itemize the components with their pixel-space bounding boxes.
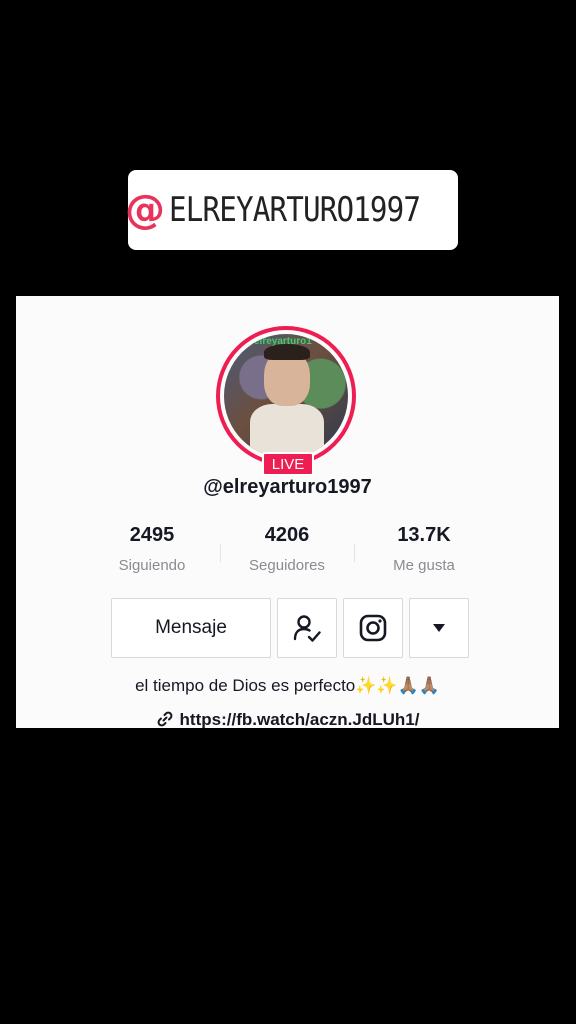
bio: el tiempo de Dios es perfecto✨✨🙏🏽🙏🏽 [16, 676, 559, 696]
followers-label: Seguidores [249, 557, 325, 574]
handle-banner: @ ELREYARTURO1997 [124, 170, 458, 250]
more-dropdown-button[interactable] [409, 598, 469, 658]
username: @elreyarturo1997 [203, 476, 372, 498]
stat-likes[interactable]: 13.7K Me gusta [354, 524, 494, 574]
profile-link-text[interactable]: https://fb.watch/aczn.JdLUh1/ [180, 710, 420, 728]
profile-link[interactable]: https://fb.watch/aczn.JdLUh1/ [16, 710, 559, 728]
instagram-icon [359, 614, 387, 642]
message-button[interactable]: Mensaje [111, 598, 271, 658]
avatar-shirt [250, 404, 324, 458]
stat-following[interactable]: 2495 Siguiendo [82, 524, 222, 574]
handle-text: ELREYARTURO1997 [168, 190, 421, 230]
message-button-label: Mensaje [155, 617, 227, 638]
following-label: Siguiendo [118, 557, 186, 574]
followers-count: 4206 [264, 524, 310, 546]
user-check-icon [293, 615, 321, 642]
live-badge[interactable]: LIVE [262, 452, 314, 476]
caret-down-icon [433, 624, 445, 632]
avatar-ring[interactable]: elreyarturo1 [216, 326, 356, 466]
at-symbol: @ [124, 187, 165, 233]
likes-label: Me gusta [393, 557, 455, 574]
following-count: 2495 [129, 524, 175, 546]
bio-text: el tiempo de Dios es perfecto [135, 676, 356, 695]
likes-count: 13.7K [397, 524, 451, 546]
follow-status-button[interactable] [277, 598, 337, 658]
avatar[interactable]: elreyarturo1 [224, 334, 348, 458]
link-icon [157, 711, 172, 727]
stat-followers[interactable]: 4206 Seguidores [217, 524, 357, 574]
avatar-hair [264, 344, 310, 360]
bio-emojis: ✨✨🙏🏽🙏🏽 [355, 676, 440, 695]
profile-card: elreyarturo1 LIVE @elreyarturo1997 2495 … [16, 296, 559, 728]
instagram-button[interactable] [343, 598, 403, 658]
